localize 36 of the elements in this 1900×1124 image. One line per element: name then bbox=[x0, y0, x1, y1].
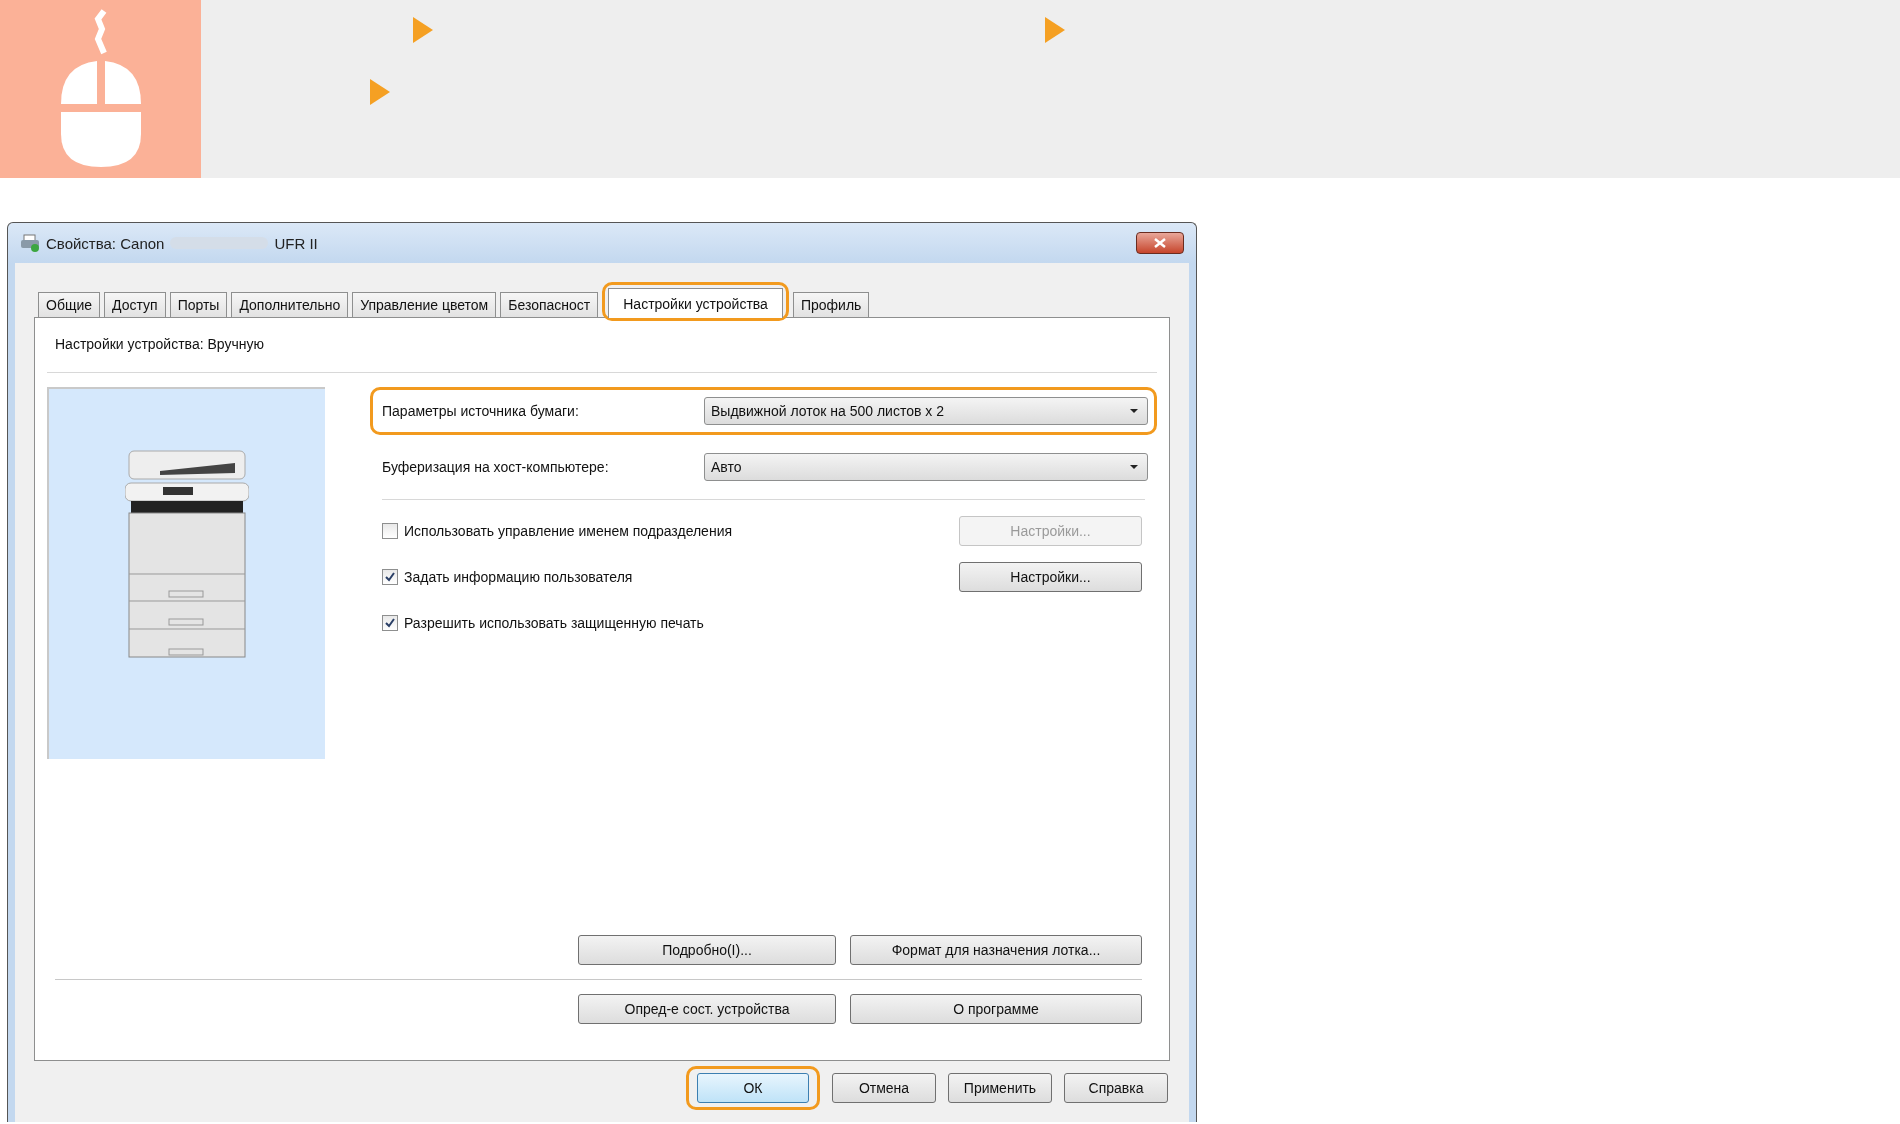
ok-button[interactable]: ОК bbox=[697, 1073, 809, 1103]
dialog-button[interactable]: Применить bbox=[948, 1073, 1052, 1103]
dropdown[interactable]: Выдвижной лоток на 500 листов x 2 bbox=[704, 397, 1148, 425]
tab[interactable]: Безопасност bbox=[500, 292, 599, 317]
mode-label: Настройки устройства: Вручную bbox=[54, 336, 265, 354]
close-icon bbox=[1154, 238, 1166, 248]
button[interactable]: Опред-е сост. устройства bbox=[578, 994, 836, 1024]
checkbox[interactable] bbox=[382, 615, 398, 631]
button[interactable]: Подробно(I)... bbox=[578, 935, 836, 965]
dialog-button[interactable]: Справка bbox=[1064, 1073, 1168, 1103]
tab[interactable]: Порты bbox=[169, 292, 228, 317]
tab[interactable]: Дополнительно bbox=[231, 292, 349, 317]
triangle-icon bbox=[413, 17, 433, 43]
setting-label: Буферизация на хост-компьютере: bbox=[382, 459, 610, 475]
tab[interactable]: Общие bbox=[38, 292, 101, 317]
settings-button[interactable]: Настройки... bbox=[959, 562, 1142, 592]
window-title: Свойства: Canon bbox=[46, 234, 165, 252]
window-title-suffix: UFR II bbox=[274, 234, 318, 252]
printer-icon bbox=[20, 234, 40, 252]
button[interactable]: Формат для назначения лотка... bbox=[850, 935, 1142, 965]
tab[interactable]: Доступ bbox=[104, 292, 166, 317]
checkbox[interactable] bbox=[382, 523, 398, 539]
triangle-icon bbox=[1045, 17, 1065, 43]
close-button[interactable] bbox=[1136, 232, 1184, 254]
checkbox-label: Использовать управление именем подразделения bbox=[404, 523, 734, 539]
dialog-button[interactable]: Отмена bbox=[832, 1073, 936, 1103]
checkbox[interactable] bbox=[382, 569, 398, 585]
checkbox-label: Разрешить использовать защищенную печать bbox=[404, 615, 705, 631]
tab[interactable]: Профиль bbox=[792, 292, 870, 317]
checkbox-label: Задать информацию пользователя bbox=[404, 569, 634, 585]
triangle-icon bbox=[370, 79, 390, 105]
tab[interactable]: Настройки устройства bbox=[608, 288, 783, 318]
tab[interactable]: Управление цветом bbox=[352, 292, 497, 317]
setting-label: Параметры источника бумаги: bbox=[382, 403, 580, 419]
button[interactable]: О программе bbox=[850, 994, 1142, 1024]
dropdown[interactable]: Авто bbox=[704, 453, 1148, 481]
